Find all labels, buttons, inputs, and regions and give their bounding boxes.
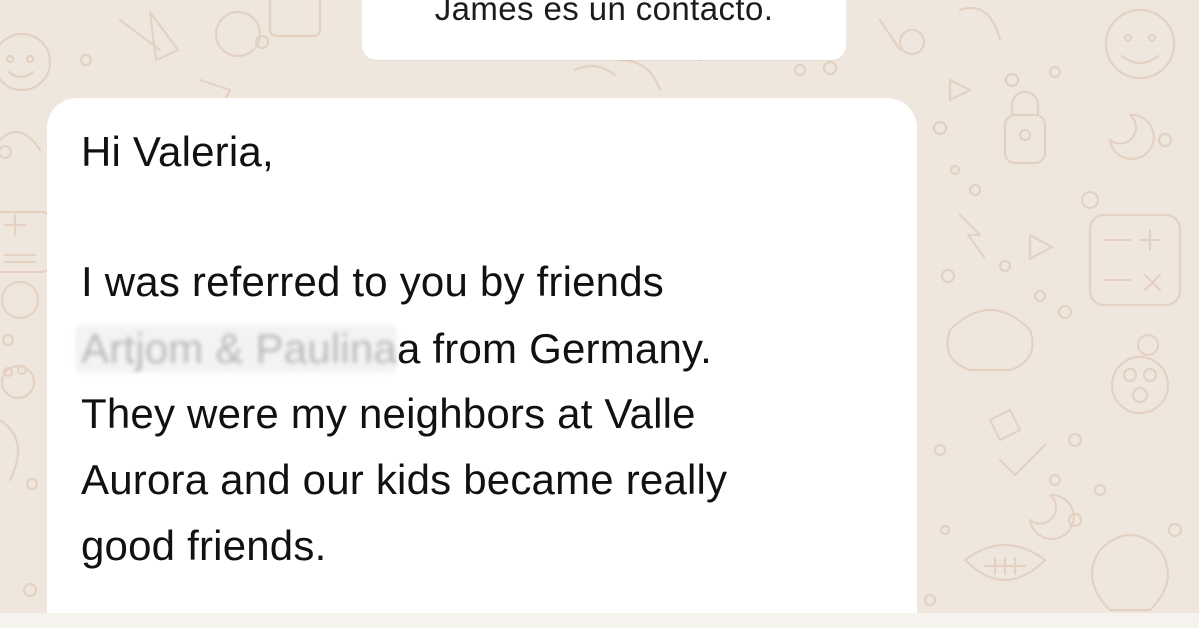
cap-doodle-icon (946, 309, 1034, 372)
incoming-message-bubble[interactable]: Hi Valeria, I was referred to you by fri… (47, 98, 917, 628)
pen-doodle-icon (118, 10, 180, 62)
bottom-divider (0, 613, 1199, 628)
calculator-doodle-icon-right (1088, 213, 1182, 307)
redacted-names: Artjom & Paulina (75, 325, 398, 373)
message-line: They were my neighbors at Valle (81, 390, 696, 437)
message-line: Artjom & Paulinaa from Germany. (75, 325, 712, 373)
bolt-doodle-icon (958, 213, 986, 259)
play-doodle-icon (948, 78, 972, 102)
smiley-doodle-icon-right (1104, 8, 1176, 80)
system-notice-text: James es un contacto. (434, 0, 774, 27)
system-notice-bubble: James es un contacto. (362, 0, 846, 60)
message-line: Aurora and our kids became really (81, 456, 728, 503)
paw-doodle-icon-right (1110, 355, 1170, 415)
message-line: I was referred to you by friends (81, 258, 664, 305)
message-line-text: a from Germany. (397, 325, 712, 372)
moon-doodle-icon (1108, 113, 1155, 160)
check-doodle-icon (998, 443, 1047, 477)
message-line: good friends. (81, 522, 327, 569)
message-greeting: Hi Valeria, (81, 128, 274, 175)
